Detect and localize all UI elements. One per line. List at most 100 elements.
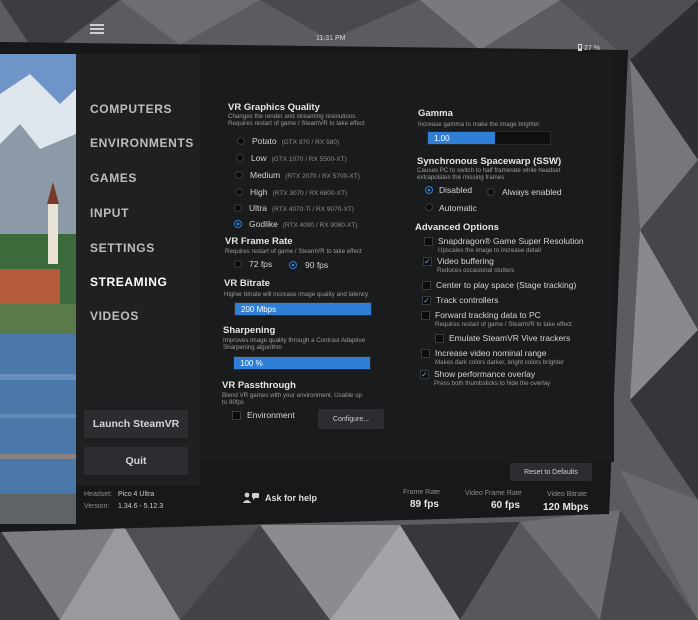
menu-icon[interactable] (90, 24, 104, 34)
label-advanced-2: Center to play space (Stage tracking) (436, 280, 577, 290)
graphics-quality-title: VR Graphics Quality (228, 102, 320, 113)
nav-environments[interactable]: ENVIRONMENTS (90, 136, 194, 150)
passthrough-title: VR Passthrough (222, 380, 296, 391)
nav-settings[interactable]: SETTINGS (90, 241, 155, 255)
bitrate-title: VR Bitrate (224, 278, 270, 289)
advanced-options-title: Advanced Options (415, 222, 499, 233)
frame-rate-desc: Requires restart of game / SteamVR to ta… (225, 248, 362, 255)
label-72fps: 72 fps (249, 259, 273, 269)
radio-quality-medium[interactable] (235, 171, 243, 179)
sharpening-desc: Improves image quality through a Contras… (223, 337, 366, 351)
video-bitrate-value: 120 Mbps (543, 502, 589, 513)
label-quality-high: High (RTX 3070 / RX 6800-XT) (250, 187, 348, 197)
desc-advanced-7: Press both thumbsticks to hide the overl… (434, 380, 551, 387)
label-ssw-always: Always enabled (502, 187, 562, 197)
sharpening-slider[interactable]: 100 % (233, 356, 371, 370)
radio-ssw-always[interactable] (487, 188, 495, 196)
help-icon[interactable] (242, 491, 260, 509)
nav-streaming[interactable]: STREAMING (90, 275, 167, 289)
frame-rate-title: VR Frame Rate (225, 236, 293, 247)
radio-quality-potato[interactable] (237, 137, 245, 145)
battery-status: 27 % (578, 44, 600, 52)
radio-90fps[interactable] (289, 261, 297, 269)
wallpaper-image (0, 54, 76, 524)
checkbox-advanced-5[interactable] (435, 334, 444, 343)
gamma-title: Gamma (418, 108, 453, 119)
version-label: Version: (84, 503, 110, 510)
desc-advanced-1: Reduces occasional stutters (437, 267, 515, 274)
radio-quality-high[interactable] (235, 188, 243, 196)
checkbox-advanced-2[interactable] (422, 281, 431, 290)
video-bitrate-label: Video Bitrate (547, 491, 587, 498)
passthrough-desc: Blend VR games with your environment. Us… (222, 392, 362, 406)
label-quality-potato: Potato (GTX 970 / RX 580) (252, 136, 340, 146)
gpu-spec: (RTX 3070 / RX 6800-XT) (272, 190, 348, 197)
sidebar: COMPUTERS ENVIRONMENTS GAMES INPUT SETTI… (76, 54, 200, 486)
sharpening-title: Sharpening (223, 325, 276, 336)
video-frame-rate-label: Video Frame Rate (465, 490, 522, 497)
gamma-slider[interactable]: 1.00 (427, 131, 551, 145)
bitrate-value: 200 Mbps (241, 305, 277, 314)
radio-quality-ultra[interactable] (234, 204, 242, 212)
frame-rate-stat-value: 89 fps (410, 499, 439, 510)
label-ssw-automatic: Automatic (439, 203, 477, 213)
battery-percent: 27 % (584, 45, 600, 52)
ask-for-help-link[interactable]: Ask for help (265, 493, 317, 503)
checkbox-advanced-7[interactable]: ✓ (420, 370, 429, 379)
label-advanced-5: Emulate SteamVR Vive trackers (449, 333, 571, 343)
label-advanced-6: Increase video nominal range (435, 348, 547, 358)
radio-quality-godlike[interactable] (234, 220, 242, 228)
video-frame-rate-value: 60 fps (491, 500, 520, 511)
graphics-quality-desc: Changes the render and streaming resolut… (228, 113, 365, 127)
headset-label: Headset: (84, 491, 113, 498)
gamma-desc: Increase gamma to make the image brighte… (418, 121, 540, 128)
gpu-spec: (RTX 4090 / RX 9080-XT) (282, 222, 358, 229)
label-quality-low: Low (GTX 1070 / RX 5500-XT) (251, 153, 347, 163)
ssw-title: Synchronous Spacewarp (SSW) (417, 156, 562, 167)
checkbox-advanced-6[interactable] (421, 349, 430, 358)
label-advanced-7: Show performance overlay (434, 369, 536, 379)
radio-ssw-automatic[interactable] (425, 203, 433, 211)
gamma-value: 1.00 (434, 134, 450, 143)
launch-steamvr-button[interactable]: Launch SteamVR (84, 410, 188, 438)
label-quality-medium: Medium (RTX 2070 / RX 5700-XT) (250, 170, 360, 180)
gpu-spec: (RTX 2070 / RX 5700-XT) (285, 173, 360, 180)
lake-castle-picture (0, 54, 76, 524)
frame-rate-stat-label: Frame Rate (403, 489, 440, 496)
radio-72fps[interactable] (234, 260, 242, 268)
version-value: 1.34.6 - 5.12.3 (118, 503, 164, 510)
sharpening-value: 100 % (240, 359, 263, 368)
bitrate-desc: Higher bitrate will increase image quali… (224, 291, 369, 298)
label-90fps: 90 fps (305, 260, 329, 270)
radio-ssw-disabled[interactable] (425, 186, 433, 194)
label-advanced-4: Forward tracking data to PC (435, 310, 541, 320)
label-advanced-1: Video buffering (437, 256, 494, 266)
checkbox-advanced-1[interactable]: ✓ (423, 257, 432, 266)
checkbox-advanced-0[interactable] (424, 237, 433, 246)
gpu-spec: (GTX 970 / RX 580) (281, 139, 340, 146)
clock: 11:31 PM (316, 35, 346, 42)
reset-defaults-button[interactable]: Reset to Defaults (510, 463, 592, 481)
nav-computers[interactable]: COMPUTERS (90, 102, 172, 116)
checkbox-advanced-4[interactable] (421, 311, 430, 320)
label-advanced-3: Track controllers (436, 295, 499, 305)
desc-advanced-4: Requires restart of game / SteamVR to ta… (435, 321, 572, 328)
desc-advanced-6: Makes dark colors darker, bright colors … (435, 359, 564, 366)
nav-input[interactable]: INPUT (90, 206, 129, 220)
checkbox-advanced-3[interactable]: ✓ (422, 296, 431, 305)
quit-button[interactable]: Quit (84, 447, 188, 475)
label-quality-godlike: Godlike (RTX 4090 / RX 9080-XT) (249, 219, 358, 229)
configure-button[interactable]: Configure... (318, 409, 384, 429)
gpu-spec: (RTX 4070-Ti / RX 9070-XT) (271, 206, 354, 213)
ssw-desc: Causes PC to switch to half framerate wh… (417, 167, 561, 181)
label-ssw-disabled: Disabled (439, 185, 473, 195)
battery-icon (578, 44, 582, 51)
bitrate-slider[interactable]: 200 Mbps (234, 302, 372, 316)
nav-games[interactable]: GAMES (90, 171, 137, 185)
headset-value: Pico 4 Ultra (118, 491, 155, 498)
radio-quality-low[interactable] (236, 154, 244, 162)
environment-checkbox[interactable] (232, 411, 241, 420)
gpu-spec: (GTX 1070 / RX 5500-XT) (271, 156, 347, 163)
nav-videos[interactable]: VIDEOS (90, 309, 139, 323)
desc-advanced-0: Upscales the image to increase detail (438, 247, 541, 254)
